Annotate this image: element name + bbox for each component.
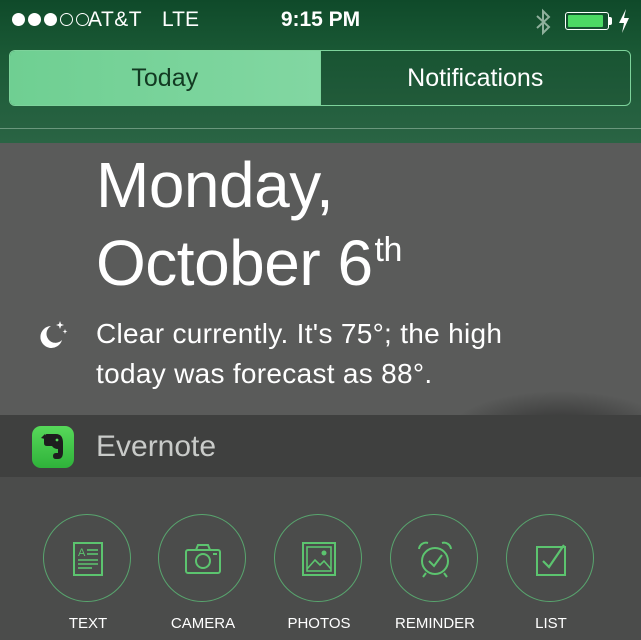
charging-bolt-icon bbox=[619, 9, 629, 33]
header-divider bbox=[0, 128, 641, 129]
weather-line-1: Clear currently. It's 75°; the high bbox=[96, 318, 503, 349]
date-ordinal-suffix: th bbox=[374, 231, 403, 269]
today-date: October 6th bbox=[96, 226, 402, 311]
camera-button[interactable]: CAMERA bbox=[158, 514, 248, 632]
tab-today[interactable]: Today bbox=[10, 51, 320, 105]
camera-icon bbox=[185, 544, 221, 574]
list-circle bbox=[506, 514, 594, 602]
battery-nub bbox=[609, 17, 612, 25]
photos-circle bbox=[274, 514, 362, 602]
list-label: LIST bbox=[535, 615, 567, 632]
text-note-icon: A bbox=[73, 542, 103, 576]
reminder-circle bbox=[390, 514, 478, 602]
widget-title: Evernote bbox=[96, 430, 217, 463]
weather-line-2: today was forecast as 88°. bbox=[96, 358, 433, 389]
camera-circle bbox=[158, 514, 246, 602]
battery-icon bbox=[565, 12, 609, 30]
svg-text:A: A bbox=[78, 547, 86, 559]
reminder-button[interactable]: REMINDER bbox=[390, 514, 480, 632]
evernote-elephant-icon bbox=[32, 426, 74, 468]
weather-summary: Clear currently. It's 75°; the high toda… bbox=[96, 314, 616, 394]
status-bar: AT&T LTE 9:15 PM bbox=[0, 0, 641, 42]
today-date-text: October 6 bbox=[96, 227, 373, 299]
list-button[interactable]: LIST bbox=[506, 514, 596, 632]
text-note-circle: A bbox=[43, 514, 131, 602]
photos-icon bbox=[302, 542, 336, 576]
bluetooth-icon bbox=[536, 8, 551, 36]
text-note-button[interactable]: A TEXT bbox=[43, 514, 133, 632]
today-day: Monday, bbox=[96, 149, 334, 221]
alarm-clock-icon bbox=[418, 541, 452, 578]
checkbox-icon bbox=[536, 544, 566, 576]
tab-switcher: Today Notifications bbox=[9, 50, 631, 106]
photos-button[interactable]: PHOTOS bbox=[274, 514, 364, 632]
tab-notifications[interactable]: Notifications bbox=[319, 51, 630, 105]
moon-stars-icon bbox=[40, 321, 68, 348]
battery-fill bbox=[568, 15, 603, 27]
